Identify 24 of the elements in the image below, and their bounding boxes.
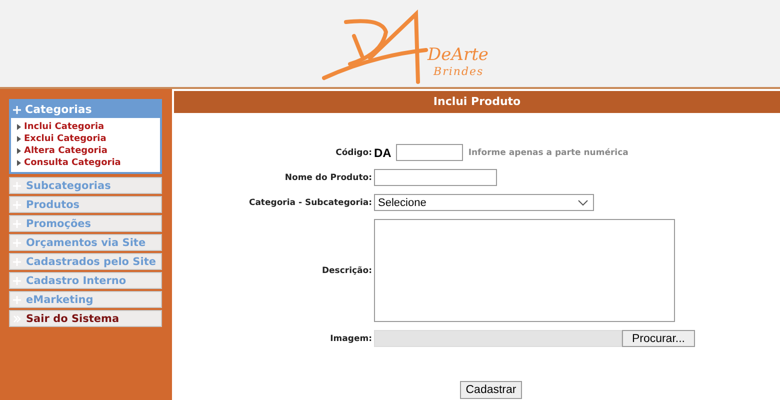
code-prefix: DA xyxy=(374,146,392,160)
menu-link[interactable]: Exclui Categoria xyxy=(17,134,154,144)
field-label: Categoria - Subcategoria: xyxy=(248,198,372,208)
menu-link[interactable]: Consulta Categoria xyxy=(17,158,154,168)
plus-icon xyxy=(13,106,21,114)
field-label: Imagem: xyxy=(330,334,372,344)
logout-link[interactable]: Sair do Sistema xyxy=(9,310,162,327)
hint-text: Informe apenas a parte numérica xyxy=(468,148,628,158)
file-path-field[interactable] xyxy=(374,330,622,347)
brand-tagline: Brindes xyxy=(434,65,485,78)
field-label: Código: xyxy=(336,148,372,158)
field-label: Descrição: xyxy=(322,266,372,276)
menu-link[interactable]: Inclui Categoria xyxy=(17,122,154,132)
submit-button[interactable]: Cadastrar xyxy=(460,381,522,399)
menu-link[interactable]: Altera Categoria xyxy=(17,146,154,156)
caret-icon xyxy=(578,200,588,206)
product-name-field[interactable] xyxy=(374,169,497,186)
field-label: Nome do Produto: xyxy=(284,172,372,182)
browse-button[interactable]: Procurar... xyxy=(622,330,695,347)
brand-name: DeArte xyxy=(428,45,488,65)
description-field[interactable] xyxy=(374,219,675,322)
page-title: Inclui Produto xyxy=(174,91,780,113)
code-field[interactable] xyxy=(396,144,464,161)
category-dropdown[interactable]: Selecione xyxy=(374,194,594,211)
